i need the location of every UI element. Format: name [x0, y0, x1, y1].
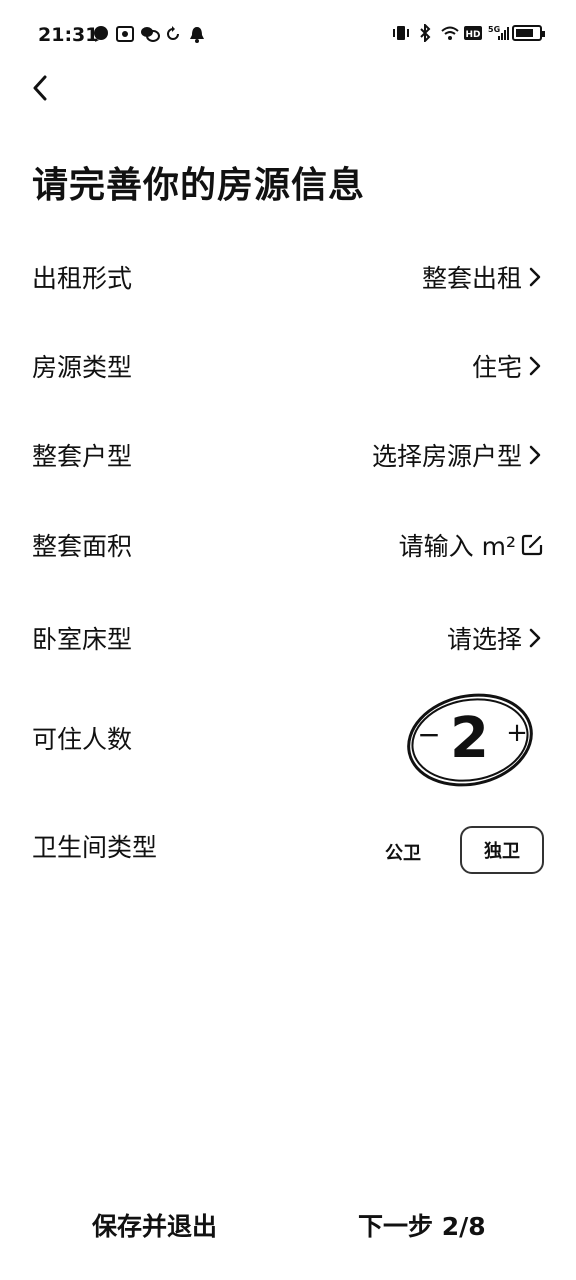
- edit-icon: [521, 534, 543, 556]
- photo-icon: [116, 25, 134, 43]
- wechat-icon: [140, 25, 160, 43]
- increment-button[interactable]: +: [504, 718, 530, 748]
- area-row[interactable]: 整套面积 请输入 m²: [32, 515, 544, 575]
- occupancy-value: 2: [450, 706, 489, 771]
- row-value: 选择房源户型: [371, 442, 522, 471]
- sync-icon: [164, 25, 182, 43]
- chevron-right-icon: [529, 356, 541, 376]
- row-value: 住宅: [471, 353, 522, 382]
- area-input[interactable]: 请输入 m²: [399, 527, 516, 563]
- bed-type-row[interactable]: 卧室床型 请选择: [32, 608, 544, 668]
- shared-bathroom-option[interactable]: 公卫: [370, 830, 436, 874]
- bluetooth-icon: [416, 22, 434, 44]
- battery-fill: [516, 29, 533, 37]
- next-step-button[interactable]: 下一步 2/8: [358, 1200, 486, 1250]
- property-type-row[interactable]: 房源类型 住宅: [32, 336, 544, 396]
- occupancy-stepper[interactable]: − 2 +: [404, 688, 534, 788]
- notification-icon: [188, 25, 206, 43]
- chat-icon: [92, 25, 110, 43]
- unit-layout-row[interactable]: 整套户型 选择房源户型: [32, 425, 544, 485]
- signal-5g-icon: 5G: [488, 24, 509, 42]
- row-label: 卧室床型: [32, 625, 133, 654]
- rental-type-row[interactable]: 出租形式 整套出租: [32, 247, 544, 307]
- row-value: 请选择: [446, 625, 522, 654]
- row-value: 整套出租: [421, 264, 522, 293]
- decrement-button[interactable]: −: [416, 718, 442, 751]
- vibrate-icon: [392, 24, 410, 42]
- wifi-icon: [440, 24, 459, 42]
- row-label: 出租形式: [32, 264, 133, 293]
- status-bar: 21:31 HD 5G: [0, 0, 576, 70]
- row-label: 整套面积: [32, 532, 133, 561]
- svg-text:5G: 5G: [488, 25, 500, 34]
- svg-text:HD: HD: [465, 30, 480, 40]
- back-button[interactable]: [22, 70, 58, 106]
- private-bathroom-option[interactable]: 独卫: [460, 826, 544, 874]
- battery-icon: [512, 25, 545, 41]
- chevron-right-icon: [529, 628, 541, 648]
- row-label: 整套户型: [32, 442, 133, 471]
- chevron-left-icon: [33, 75, 47, 101]
- status-time: 21:31: [38, 24, 99, 46]
- hd-icon: HD: [464, 24, 482, 42]
- chevron-right-icon: [529, 445, 541, 465]
- save-exit-button[interactable]: 保存并退出: [92, 1200, 217, 1250]
- row-label: 卫生间类型: [32, 833, 158, 862]
- page-title: 请完善你的房源信息: [32, 165, 366, 206]
- chevron-right-icon: [529, 267, 541, 287]
- row-label: 房源类型: [32, 353, 133, 382]
- row-label: 可住人数: [32, 725, 133, 754]
